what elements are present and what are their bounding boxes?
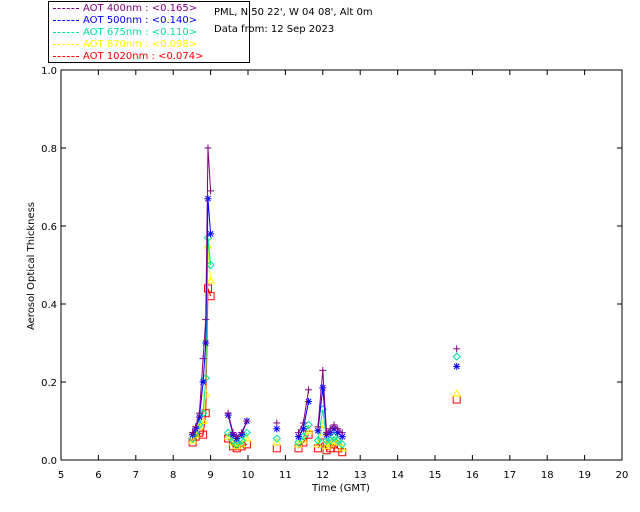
y-tick-label: 0.0 [41,456,57,467]
legend-label-1020: AOT 1020nm : <0.074> [83,51,204,62]
x-tick-label: 16 [466,470,479,481]
data-point-plus [305,386,313,394]
data-point-star [207,230,215,238]
x-tick-label: 10 [242,470,255,481]
x-tick-label: 9 [207,470,213,481]
x-tick-label: 15 [429,470,442,481]
data-point-plus [453,345,461,353]
x-tick-label: 20 [616,470,629,481]
legend-item-870: AOT 870nm : <0.098> [49,39,249,50]
x-tick-label: 14 [391,470,404,481]
data-point-square [452,395,461,404]
x-tick-label: 6 [95,470,101,481]
axis-ticks: 5 6 7 8 9 10 11 12 13 14 15 16 17 18 19 20 0.0 0.2 0.4 0.6 0… [41,66,628,481]
data-point-plus [207,187,215,195]
legend-swatch-870 [53,44,79,45]
data-point-plus [202,316,210,324]
series-0 [189,144,461,441]
x-tick-label: 13 [354,470,367,481]
x-tick-label: 8 [170,470,176,481]
data-point-star [319,384,327,392]
x-tick-label: 17 [503,470,516,481]
legend-label-500: AOT 500nm : <0.140> [83,15,198,26]
y-axis-title: Aerosol Optical Thickness [26,202,37,330]
x-tick-label: 5 [58,470,64,481]
series-layer [188,144,462,457]
legend-item-1020: AOT 1020nm : <0.074> [49,51,249,62]
data-point-plus [319,366,327,374]
x-axis-title: Time (GMT) [311,483,370,494]
site-info: PML, N 50 22', W 04 08', Alt 0m [214,7,373,18]
y-tick-label: 0.4 [41,300,57,311]
legend-label-870: AOT 870nm : <0.098> [83,39,198,50]
y-tick-label: 0.6 [41,222,57,233]
y-tick-label: 1.0 [41,66,57,77]
plot-frame [60,69,623,461]
x-tick-label: 19 [578,470,591,481]
data-point-triangle [452,389,462,397]
data-point-star [453,362,461,370]
legend-label-400: AOT 400nm : <0.165> [83,3,198,14]
y-tick-label: 0.8 [41,144,57,155]
x-tick-label: 18 [541,470,554,481]
legend-swatch-500 [53,20,79,21]
data-point-plus [273,419,281,427]
series-line [192,237,212,439]
data-point-plus [224,409,232,417]
data-date: Data from: 12 Sep 2023 [214,24,335,35]
x-tick-label: 7 [133,470,139,481]
data-point-star [204,195,212,203]
data-point-square [272,444,281,453]
data-point-diamond [452,352,461,361]
legend-swatch-400 [53,8,79,9]
legend-swatch-675 [53,32,79,33]
data-point-plus [204,144,212,152]
legend-label-675: AOT 675nm : <0.110> [83,27,198,38]
x-tick-label: 11 [279,470,292,481]
x-tick-label: 12 [316,470,329,481]
y-tick-label: 0.2 [41,378,57,389]
data-point-star [199,378,207,386]
data-point-star [202,339,210,347]
legend-swatch-1020 [53,56,79,57]
aot-chart: 5 6 7 8 9 10 11 12 13 14 15 16 17 18 19 20 0.0 0.2 0.4 0.6 0… [26,66,628,494]
